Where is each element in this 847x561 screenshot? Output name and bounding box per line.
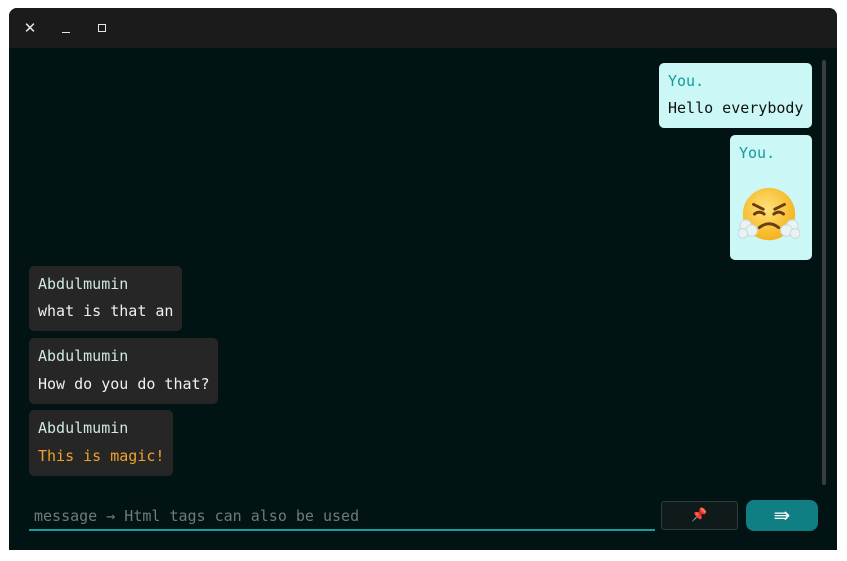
message-bubble: Abdulmumin what is that an bbox=[29, 266, 182, 331]
minimize-icon[interactable] bbox=[55, 18, 77, 38]
message-list: You. Hello everybody You. Abdulmumin wha… bbox=[9, 48, 837, 488]
close-icon[interactable]: ✕ bbox=[19, 18, 41, 38]
send-button[interactable]: ⇛ bbox=[746, 500, 818, 531]
message-text: what is that an bbox=[38, 302, 174, 320]
message-sender: Abdulmumin bbox=[38, 419, 129, 437]
message-bubble: Abdulmumin How do you do that? bbox=[29, 338, 218, 404]
message-text: This is magic! bbox=[38, 447, 165, 465]
pin-icon: 📌 bbox=[691, 508, 708, 523]
message-sender: You. bbox=[739, 144, 776, 162]
chat-window: ✕ You. Hello everybody You. Abdulmumin w… bbox=[9, 8, 837, 550]
maximize-icon[interactable] bbox=[91, 18, 113, 38]
message-bubble: Abdulmumin This is magic! bbox=[29, 410, 173, 476]
title-bar: ✕ bbox=[9, 8, 837, 48]
pin-button[interactable]: 📌 bbox=[661, 501, 738, 530]
message-composer bbox=[29, 498, 655, 531]
message-text: Hello everybody bbox=[668, 99, 804, 117]
message-sender: Abdulmumin bbox=[38, 275, 129, 293]
steam-from-nose-face-icon bbox=[738, 187, 800, 241]
message-sender: You. bbox=[668, 72, 705, 90]
message-bubble: You. bbox=[730, 135, 812, 260]
message-text: How do you do that? bbox=[38, 375, 210, 393]
scrollbar[interactable] bbox=[822, 60, 826, 485]
send-icon: ⇛ bbox=[773, 503, 791, 527]
message-sender: Abdulmumin bbox=[38, 347, 129, 365]
message-bubble: You. Hello everybody bbox=[659, 63, 812, 128]
message-input[interactable] bbox=[32, 504, 646, 528]
